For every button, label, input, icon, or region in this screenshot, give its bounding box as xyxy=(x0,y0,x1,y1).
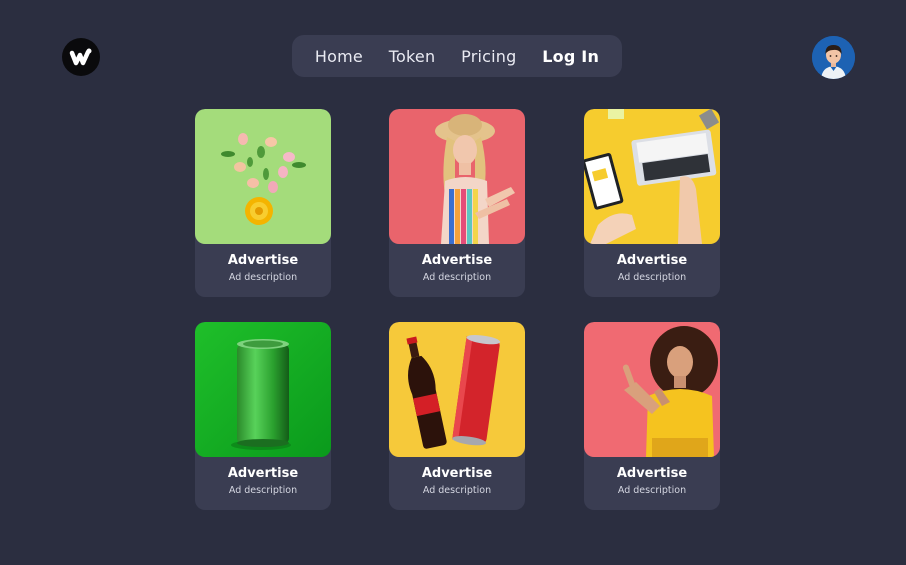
ad-description: Ad description xyxy=(422,272,492,283)
user-avatar[interactable] xyxy=(812,36,855,79)
ad-image-laptop xyxy=(584,109,720,244)
ad-card[interactable]: Advertise Ad description xyxy=(389,322,525,510)
ad-description: Ad description xyxy=(617,485,687,496)
ad-card[interactable]: Advertise Ad description xyxy=(389,109,525,297)
ad-title: Advertise xyxy=(227,253,299,268)
ad-card[interactable]: Advertise Ad description xyxy=(584,322,720,510)
ad-image-green-can xyxy=(195,322,331,457)
w-logo-icon xyxy=(69,48,92,66)
nav-token[interactable]: Token xyxy=(389,47,436,66)
ad-card[interactable]: Advertise Ad description xyxy=(195,322,331,510)
ad-title: Advertise xyxy=(616,253,688,268)
ad-title: Advertise xyxy=(227,466,299,481)
ad-image-woman-pointing-up xyxy=(584,322,720,457)
ad-image-woman-pointing xyxy=(389,109,525,244)
top-nav: Home Token Pricing Log In xyxy=(292,35,622,77)
nav-home[interactable]: Home xyxy=(315,47,363,66)
ad-description: Ad description xyxy=(228,272,298,283)
ad-description: Ad description xyxy=(422,485,492,496)
ad-card[interactable]: Advertise Ad description xyxy=(584,109,720,297)
nav-pricing[interactable]: Pricing xyxy=(461,47,516,66)
brand-logo[interactable] xyxy=(62,38,100,76)
ad-description: Ad description xyxy=(617,272,687,283)
ad-description: Ad description xyxy=(228,485,298,496)
ad-title: Advertise xyxy=(421,466,493,481)
ad-title: Advertise xyxy=(421,253,493,268)
ad-card[interactable]: Advertise Ad description xyxy=(195,109,331,297)
ad-title: Advertise xyxy=(616,466,688,481)
ad-image-flowers xyxy=(195,109,331,244)
nav-login[interactable]: Log In xyxy=(542,47,599,66)
person-icon xyxy=(812,36,855,79)
ad-image-cola xyxy=(389,322,525,457)
